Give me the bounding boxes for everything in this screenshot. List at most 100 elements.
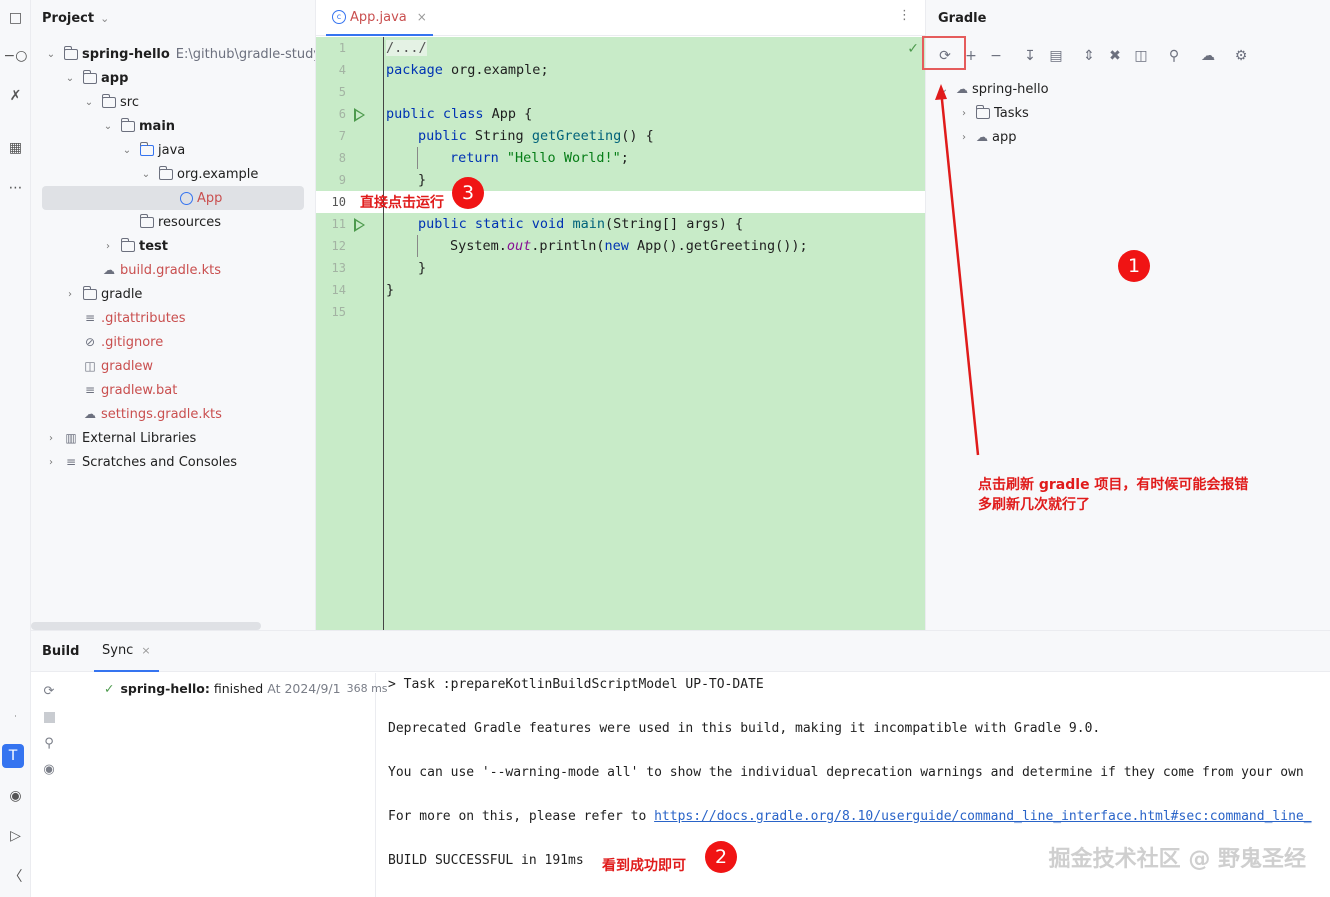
gradle-tree-app[interactable]: › ☁ app	[958, 125, 1016, 149]
code-area[interactable]: 1 4 5 6 7 8 9 10 11 12 13 14 15 /.../ pa…	[316, 37, 925, 630]
add-icon[interactable]: +	[961, 46, 981, 66]
annotation-text-1b: 多刷新几次就行了	[978, 497, 1090, 513]
offline-mode-icon[interactable]: ☁	[1198, 46, 1218, 66]
library-icon: ▥	[65, 431, 77, 445]
task-icon[interactable]: ▤	[1046, 46, 1066, 66]
expand-all-icon[interactable]: ⇕	[1079, 46, 1099, 66]
tree-item-main[interactable]: ⌄ main	[102, 114, 175, 138]
build-tool-icon[interactable]: T	[2, 744, 24, 768]
package-icon	[158, 165, 174, 181]
link-project-icon[interactable]: ◫	[1131, 46, 1151, 66]
tab-sync[interactable]: Sync ×	[94, 631, 159, 672]
tree-item-app-class[interactable]: App	[42, 186, 304, 210]
settings-icon[interactable]: ⚙	[1231, 46, 1251, 66]
eye-icon[interactable]: ◉	[40, 760, 58, 778]
services-icon[interactable]: ◉	[0, 784, 31, 808]
chevron-down-icon[interactable]: ⌄	[45, 49, 57, 60]
line-number: 4	[338, 63, 346, 77]
tree-item-app[interactable]: ⌄ app	[64, 66, 128, 90]
refresh-icon[interactable]: ⟳	[935, 46, 955, 66]
line-number: 7	[338, 129, 346, 143]
gradle-tree-spring-hello[interactable]: ⌄ ☁ spring-hello	[938, 77, 1049, 101]
module-folder-icon	[82, 69, 98, 85]
console-line: You can use '--warning-mode all' to show…	[388, 765, 1304, 780]
project-folder-icon[interactable]: □	[0, 6, 31, 30]
tree-item-src[interactable]: ⌄ src	[83, 90, 139, 114]
structure-icon[interactable]: ▦	[0, 136, 31, 160]
chevron-down-icon[interactable]: ⌄	[83, 97, 95, 108]
annotation-badge-3: 3	[452, 177, 484, 209]
more-tools-icon[interactable]: ⋯	[0, 176, 31, 200]
project-panel-header[interactable]: Project ⌄	[31, 0, 315, 36]
chevron-right-icon[interactable]: ›	[45, 457, 57, 468]
tree-item-org-example[interactable]: ⌄ org.example	[140, 162, 258, 186]
run-class-gutter-icon[interactable]	[354, 108, 365, 122]
tree-item-gradlew[interactable]: ◫ gradlew	[82, 354, 153, 378]
gradle-tree-tasks[interactable]: › Tasks	[958, 101, 1029, 125]
sync-result-row[interactable]: ✓ spring-hello: finished At 2024/9/1 368…	[104, 681, 388, 696]
tree-item-resources[interactable]: resources	[139, 210, 221, 234]
tree-item-settings-gradle[interactable]: ☁ settings.gradle.kts	[82, 402, 222, 426]
tab-app-java[interactable]: c App.java ×	[326, 0, 433, 36]
remove-icon[interactable]: −	[986, 46, 1006, 66]
chevron-down-icon[interactable]: ⌄	[121, 145, 133, 156]
chevron-down-icon[interactable]: ⌄	[140, 169, 152, 180]
gradle-toolbar: ⟳ + − ↧ ▤ ⇕ ✖ ◫ ⚲ ☁ ⚙	[922, 36, 1330, 74]
rerun-icon[interactable]: ⟳	[40, 682, 58, 700]
code-line-4: package org.example;	[386, 62, 549, 78]
tree-item-spring-hello[interactable]: ⌄ spring-hello E:\github\gradle-study\sp…	[45, 42, 315, 66]
chevron-down-icon[interactable]: ⌄	[64, 73, 76, 84]
tree-item-gitattributes[interactable]: ≡ .gitattributes	[82, 306, 186, 330]
indent-guide	[417, 147, 418, 169]
pin-icon[interactable]: ⚲	[40, 734, 58, 752]
pull-requests-icon[interactable]: ✗	[0, 84, 31, 108]
chevron-right-icon[interactable]: ›	[958, 108, 970, 119]
docs-link[interactable]: https://docs.gradle.org/8.10/userguide/c…	[654, 809, 1311, 824]
line-number: 13	[331, 261, 346, 275]
close-icon[interactable]: ×	[141, 644, 150, 657]
line-number: 5	[338, 85, 346, 99]
folder-icon	[975, 104, 990, 119]
editor: c App.java × ⋮ 1 4 5 6 7 8 9 10 11 12 13…	[316, 0, 925, 630]
shell-script-icon: ◫	[84, 359, 96, 373]
horizontal-scrollbar[interactable]	[31, 622, 261, 630]
console-line: > Task :prepareKotlinBuildScriptModel UP…	[388, 677, 764, 692]
chevron-right-icon[interactable]: ›	[958, 132, 970, 143]
console-text: For more on this, please refer to	[388, 809, 655, 824]
tree-item-test[interactable]: › test	[102, 234, 168, 258]
tree-item-label: Scratches and Consoles	[82, 454, 238, 470]
download-icon[interactable]: ↧	[1020, 46, 1040, 66]
tree-item-gitignore[interactable]: ⊘ .gitignore	[82, 330, 163, 354]
chevron-right-icon[interactable]: ›	[45, 433, 57, 444]
tree-item-gradle[interactable]: › gradle	[64, 282, 142, 306]
gutter-divider	[383, 37, 384, 630]
stop-icon[interactable]	[40, 708, 58, 726]
terminal-icon[interactable]: 〈	[0, 864, 31, 888]
chevron-down-icon[interactable]: ⌄	[938, 84, 950, 95]
line-number: 6	[338, 107, 346, 121]
run-main-gutter-icon[interactable]	[354, 218, 365, 232]
tree-item-label: External Libraries	[82, 430, 197, 446]
chevron-down-icon[interactable]: ⌄	[102, 121, 114, 132]
code-line-12: System.out.println(new App().getGreeting…	[450, 238, 808, 254]
sync-project-name: spring-hello:	[120, 681, 210, 696]
tree-item-external-libraries[interactable]: › ▥ External Libraries	[45, 426, 196, 450]
code-line-7: public String getGreeting() {	[418, 128, 654, 144]
gradle-file-icon: ☁	[103, 263, 115, 277]
commit-icon[interactable]: −○	[0, 44, 31, 68]
close-icon[interactable]: ×	[417, 10, 427, 24]
chevron-down-icon[interactable]: ⌄	[100, 12, 109, 25]
tab-build[interactable]: Build	[42, 631, 79, 672]
tree-item-scratches[interactable]: › ≡ Scratches and Consoles	[45, 450, 237, 474]
tree-item-build-gradle[interactable]: ☁ build.gradle.kts	[101, 258, 221, 282]
chevron-right-icon[interactable]: ›	[64, 289, 76, 300]
more-vertical-icon[interactable]: ⋮	[898, 8, 911, 23]
run-tool-icon[interactable]: ▷	[0, 824, 31, 848]
tree-item-gradlew-bat[interactable]: ≡ gradlew.bat	[82, 378, 177, 402]
code-line-8: return "Hello World!";	[450, 150, 629, 166]
chevron-right-icon[interactable]: ›	[102, 241, 114, 252]
tree-item-java[interactable]: ⌄ java	[121, 138, 185, 162]
collapse-all-icon[interactable]: ✖	[1105, 46, 1125, 66]
tree-item-label: java	[158, 142, 186, 158]
analyze-icon[interactable]: ⚲	[1164, 46, 1184, 66]
